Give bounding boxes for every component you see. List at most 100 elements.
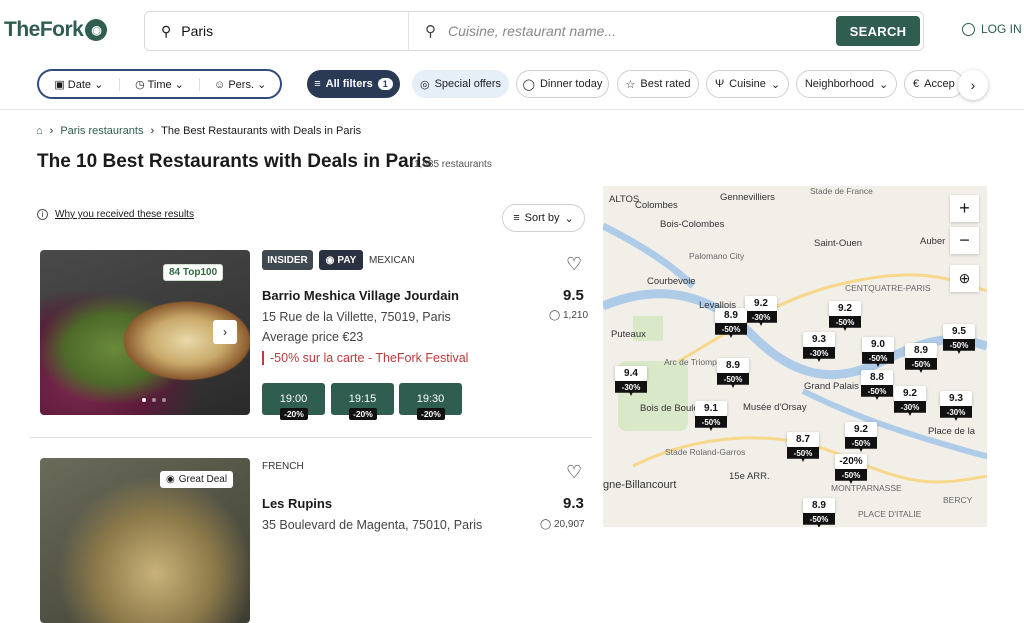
- map-pin[interactable]: 9.4 -30%: [615, 366, 647, 396]
- chip-cuisine[interactable]: Ψ Cuisine ⌄: [706, 70, 789, 98]
- chip-best-rated[interactable]: ☆ Best rated: [617, 70, 699, 98]
- favorite-heart-icon[interactable]: ♡: [566, 462, 582, 483]
- deal-icon: ◉: [166, 474, 175, 485]
- pin-score: 8.9: [905, 343, 937, 358]
- sort-label: Sort by: [524, 212, 560, 224]
- pin-discount: -50%: [717, 373, 749, 388]
- map-pin[interactable]: 8.9 -50%: [715, 308, 747, 338]
- why-results-link[interactable]: i Why you received these results: [37, 209, 194, 220]
- locate-me-button[interactable]: ⊕: [950, 265, 979, 292]
- date-selector[interactable]: ▣ Date ⌄: [39, 77, 120, 91]
- scroll-right-button[interactable]: ›: [958, 70, 988, 100]
- location-pin-icon: ⚲: [161, 22, 172, 39]
- map-pin[interactable]: 9.2 -30%: [745, 296, 777, 326]
- chevron-right-icon: ›: [49, 125, 54, 137]
- cuisine-tag: MEXICAN: [369, 254, 415, 266]
- chip-label: Special offers: [434, 78, 502, 90]
- map-pin[interactable]: -20% -50%: [835, 454, 867, 484]
- restaurant-name[interactable]: Les Rupins: [262, 496, 332, 511]
- map-label: gne-Billancourt: [603, 479, 677, 491]
- pin-discount: -30%: [615, 381, 647, 396]
- pin-discount: -50%: [862, 352, 894, 367]
- pin-score: 9.2: [829, 301, 861, 316]
- pin-score: 9.0: [862, 337, 894, 352]
- map-pin[interactable]: 9.2 -50%: [829, 301, 861, 331]
- map-pin[interactable]: 9.1 -50%: [695, 401, 727, 431]
- map-pin[interactable]: 9.0 -50%: [862, 337, 894, 367]
- time-slot-button[interactable]: 19:30 -20%: [399, 383, 462, 420]
- logo-text: TheFork: [4, 18, 84, 41]
- map-pin[interactable]: 8.9 -50%: [803, 498, 835, 527]
- sliders-icon: ≡: [314, 78, 321, 90]
- pin-discount: -50%: [787, 447, 819, 462]
- map-pin[interactable]: 8.9 -50%: [905, 343, 937, 373]
- pers-selector[interactable]: ☺ Pers. ⌄: [200, 78, 280, 91]
- review-count: ◯ 20,907: [540, 519, 585, 530]
- time-slot-button[interactable]: 19:15 -20%: [331, 383, 394, 420]
- map-label: Musée d'Orsay: [743, 402, 807, 413]
- restaurant-address: 15 Rue de la Villette, 75019, Paris: [262, 310, 451, 324]
- map-pin[interactable]: 9.5 -50%: [943, 324, 975, 354]
- zoom-in-button[interactable]: +: [950, 195, 979, 222]
- insider-tag: INSIDER: [262, 250, 313, 270]
- date-time-pers-selector: ▣ Date ⌄ ◷ Time ⌄ ☺ Pers. ⌄: [37, 69, 282, 99]
- map-pin[interactable]: 9.3 -30%: [803, 332, 835, 362]
- page-title: The 10 Best Restaurants with Deals in Pa…: [37, 151, 432, 172]
- pin-score: -20%: [835, 454, 867, 469]
- map-pin[interactable]: 9.2 -30%: [894, 386, 926, 416]
- fork-icon: ◉: [85, 19, 108, 41]
- login-label: LOG IN: [981, 22, 1022, 36]
- time-selector[interactable]: ◷ Time ⌄: [120, 77, 201, 91]
- zoom-out-button[interactable]: −: [950, 227, 979, 254]
- map-pin[interactable]: 8.9 -50%: [717, 358, 749, 388]
- pin-score: 8.7: [787, 432, 819, 447]
- crosshair-icon: ⊕: [958, 270, 971, 286]
- login-button[interactable]: LOG IN: [962, 22, 1022, 36]
- chip-dinner-today[interactable]: ◯ Dinner today: [516, 70, 609, 98]
- chevron-down-icon: ⌄: [878, 78, 889, 91]
- info-icon: i: [37, 209, 48, 220]
- location-field[interactable]: ⚲ Paris: [145, 12, 409, 50]
- map-pin[interactable]: 8.8 -50%: [861, 370, 893, 400]
- photo-next-button[interactable]: ›: [213, 320, 237, 344]
- chip-accepts[interactable]: € Accep: [904, 70, 964, 98]
- pin-score: 9.3: [940, 391, 972, 406]
- chip-label: Neighborhood: [804, 78, 874, 90]
- chip-special-offers[interactable]: ◎ Special offers: [412, 70, 509, 98]
- user-icon: [962, 22, 975, 36]
- thefork-logo[interactable]: TheFork ◉: [4, 18, 108, 42]
- review-count-value: 1,210: [562, 310, 589, 321]
- home-icon[interactable]: ⌂: [36, 125, 43, 137]
- search-button[interactable]: SEARCH: [836, 16, 920, 46]
- sort-by-button[interactable]: ≡ Sort by ⌄: [502, 204, 585, 232]
- map-pin[interactable]: 9.2 -50%: [845, 422, 877, 452]
- map-label: Saint-Ouen: [814, 238, 863, 249]
- pin-discount: -50%: [845, 437, 877, 452]
- special-offer: -50% sur la carte - TheFork Festival: [262, 351, 468, 365]
- breadcrumb-current: The Best Restaurants with Deals in Paris: [161, 125, 362, 137]
- pin-discount: -30%: [803, 347, 835, 362]
- map-pin[interactable]: 8.7 -50%: [787, 432, 819, 462]
- breadcrumb-paris-restaurants[interactable]: Paris restaurants: [60, 125, 143, 137]
- slot-discount: -20%: [349, 408, 377, 420]
- pin-score: 9.1: [695, 401, 727, 416]
- pin-discount: -50%: [715, 323, 747, 338]
- map-pin[interactable]: 9.3 -30%: [940, 391, 972, 421]
- star-icon: ☆: [625, 78, 636, 91]
- all-filters-button[interactable]: ≡ All filters 1: [307, 70, 400, 98]
- favorite-heart-icon[interactable]: ♡: [566, 254, 582, 275]
- time-slot-button[interactable]: 19:00 -20%: [262, 383, 325, 420]
- review-icon: ◯: [549, 310, 561, 321]
- map[interactable]: ALTOS Colombes Gennevilliers Bois-Colomb…: [603, 186, 987, 527]
- search-bar: ⚲ Paris ⚲ Cuisine, restaurant name... SE…: [144, 11, 924, 51]
- chip-neighborhood[interactable]: Neighborhood ⌄: [796, 70, 897, 98]
- percent-icon: ◎: [419, 78, 430, 91]
- map-label: Palomano City: [689, 251, 745, 261]
- review-count: ◯ 1,210: [549, 310, 588, 321]
- pin-discount: -50%: [861, 385, 893, 400]
- map-label: MONTPARNASSE: [831, 483, 902, 493]
- pin-discount: -30%: [894, 401, 926, 416]
- chip-label: Dinner today: [539, 78, 603, 90]
- restaurant-name[interactable]: Barrio Meshica Village Jourdain: [262, 288, 459, 303]
- map-label: Gennevilliers: [720, 192, 775, 203]
